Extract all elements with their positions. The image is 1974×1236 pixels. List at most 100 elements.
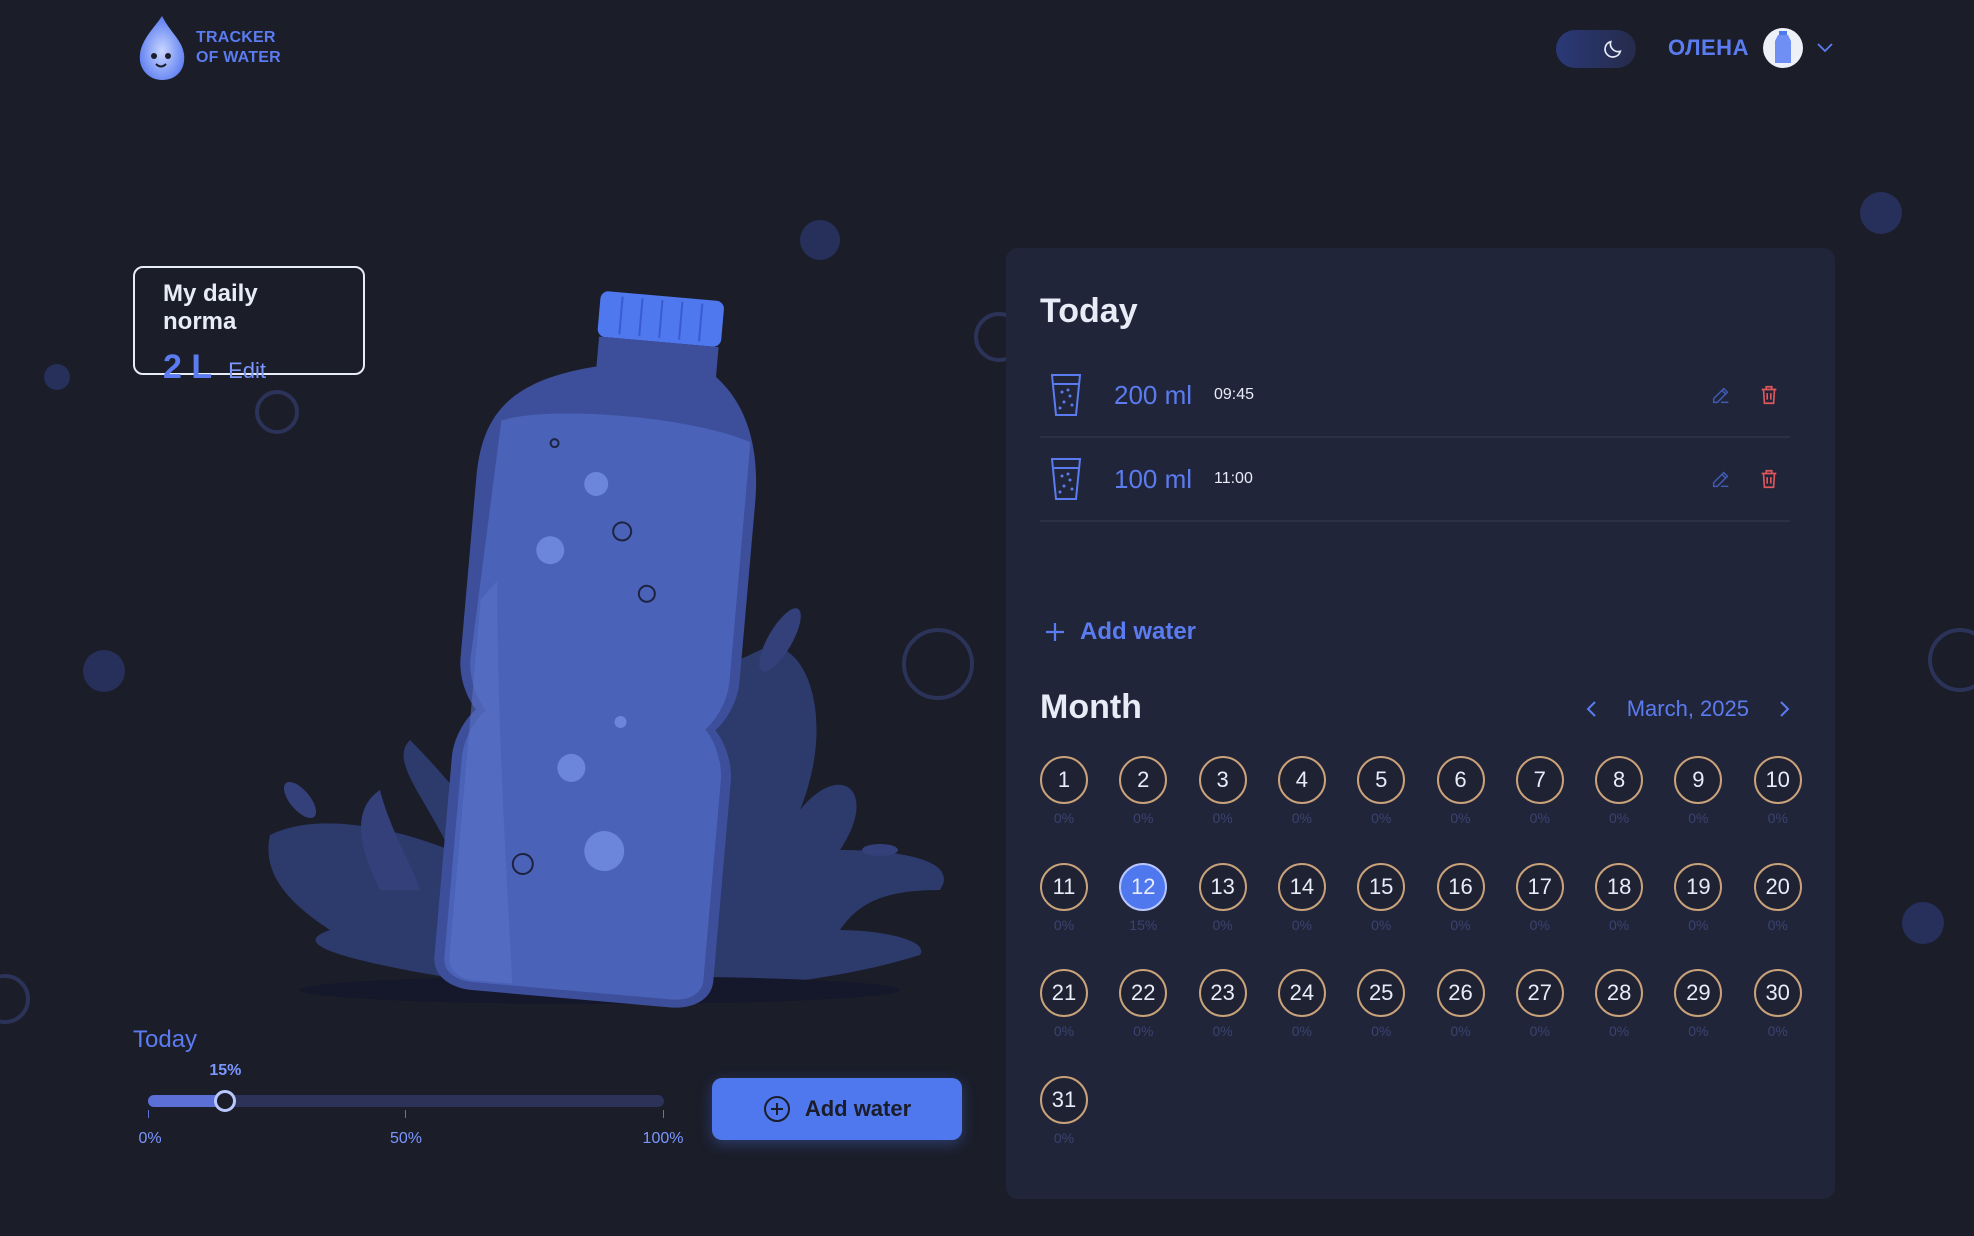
calendar-day[interactable]: 30 0%: [1753, 969, 1802, 1039]
add-water-link-label: Add water: [1080, 618, 1197, 645]
edit-icon[interactable]: [1710, 468, 1732, 490]
calendar-day-number[interactable]: 30: [1753, 969, 1802, 1017]
calendar-day-number[interactable]: 4: [1277, 756, 1326, 804]
user-menu[interactable]: ОЛЕНА: [1668, 28, 1833, 68]
calendar-day-percent: 0%: [1450, 916, 1471, 933]
calendar-day-number[interactable]: 14: [1277, 862, 1326, 911]
calendar-day-number[interactable]: 6: [1436, 756, 1485, 804]
theme-toggle[interactable]: [1556, 30, 1636, 68]
calendar-day[interactable]: 15 0%: [1357, 862, 1406, 933]
calendar-day-percent: 0%: [1529, 1023, 1550, 1039]
calendar-day-percent: 0%: [1608, 810, 1630, 826]
calendar-day-number[interactable]: 7: [1515, 756, 1564, 804]
calendar-day[interactable]: 9 0%: [1674, 756, 1723, 826]
list-item: 200 ml 09:45: [1040, 354, 1790, 438]
progress-thumb[interactable]: [214, 1090, 237, 1112]
calendar-day-number[interactable]: 29: [1674, 969, 1723, 1017]
calendar-day[interactable]: 1 0%: [1040, 756, 1088, 826]
calendar-day-number[interactable]: 21: [1040, 969, 1088, 1017]
trash-icon[interactable]: [1758, 468, 1780, 490]
calendar-day[interactable]: 17 0%: [1515, 862, 1564, 933]
calendar-day-number[interactable]: 9: [1674, 756, 1723, 804]
calendar-day[interactable]: 3 0%: [1198, 756, 1247, 826]
calendar-day[interactable]: 2 0%: [1119, 756, 1168, 826]
calendar-day-number[interactable]: 31: [1040, 1075, 1088, 1124]
calendar-day-number[interactable]: 18: [1595, 862, 1644, 911]
calendar-day-number[interactable]: 26: [1436, 969, 1485, 1017]
calendar-day[interactable]: 23 0%: [1198, 969, 1247, 1039]
calendar-day[interactable]: 21 0%: [1040, 969, 1088, 1039]
app-logo[interactable]: TRACKER OF WATER: [132, 14, 281, 82]
calendar-day[interactable]: 14 0%: [1277, 862, 1326, 933]
calendar-day-number[interactable]: 10: [1753, 756, 1802, 804]
calendar-day-number[interactable]: 23: [1198, 969, 1247, 1017]
progress-current-value: 15%: [209, 1062, 242, 1079]
plus-icon: [1046, 623, 1064, 641]
calendar-day-percent: 0%: [1212, 1023, 1233, 1039]
entry-time: 11:00: [1214, 470, 1253, 487]
calendar-day[interactable]: 27 0%: [1515, 969, 1564, 1039]
calendar-day-number[interactable]: 17: [1515, 862, 1564, 911]
calendar-day[interactable]: 7 0%: [1515, 756, 1564, 826]
calendar-day-number[interactable]: 20: [1753, 862, 1802, 911]
calendar-day-number[interactable]: 24: [1277, 969, 1326, 1017]
add-water-button[interactable]: Add water: [712, 1078, 962, 1140]
calendar-day-percent: 0%: [1371, 810, 1392, 826]
add-water-link[interactable]: Add water: [1044, 618, 1196, 646]
calendar-day-number[interactable]: 1: [1040, 756, 1088, 804]
calendar-day-percent: 0%: [1133, 810, 1154, 826]
calendar-day[interactable]: 4 0%: [1277, 756, 1326, 826]
calendar-day[interactable]: 11 0%: [1040, 862, 1088, 933]
calendar-day-number[interactable]: 25: [1357, 969, 1406, 1017]
calendar-day[interactable]: 13 0%: [1198, 862, 1247, 933]
chevron-left-icon[interactable]: [1585, 700, 1599, 718]
edit-icon[interactable]: [1710, 384, 1732, 406]
calendar-day[interactable]: 29 0%: [1674, 969, 1723, 1039]
calendar-day-number[interactable]: 19: [1674, 862, 1723, 911]
calendar-day-number[interactable]: 16: [1436, 862, 1485, 911]
calendar-day-percent: 0%: [1608, 916, 1630, 933]
calendar-day-percent: 0%: [1608, 1023, 1630, 1039]
calendar-day[interactable]: 8 0%: [1595, 756, 1644, 826]
calendar-day-number[interactable]: 12: [1119, 862, 1168, 911]
calendar-day[interactable]: 22 0%: [1119, 969, 1168, 1039]
calendar-day-percent: 0%: [1053, 1023, 1075, 1039]
calendar-day-number[interactable]: 5: [1357, 756, 1406, 804]
calendar-day-number[interactable]: 13: [1198, 862, 1247, 911]
calendar-day[interactable]: 24 0%: [1277, 969, 1326, 1039]
calendar-day[interactable]: 31 0%: [1040, 1075, 1088, 1146]
calendar-day-number[interactable]: 8: [1595, 756, 1644, 804]
calendar-day-number[interactable]: 2: [1119, 756, 1168, 804]
calendar-day[interactable]: 5 0%: [1357, 756, 1406, 826]
decor-bubble: [800, 220, 840, 260]
decor-bubble: [1902, 902, 1944, 944]
entry-amount: 200 ml: [1114, 379, 1193, 410]
decor-bubble: [1928, 628, 1974, 692]
calendar-day-number[interactable]: 3: [1198, 756, 1247, 804]
calendar-day[interactable]: 18 0%: [1595, 862, 1644, 933]
calendar-day-number[interactable]: 15: [1357, 862, 1406, 911]
calendar-day-number[interactable]: 27: [1515, 969, 1564, 1017]
calendar-day-number[interactable]: 22: [1119, 969, 1168, 1017]
decor-bubble: [1860, 192, 1902, 234]
water-drop-mascot-icon: [139, 16, 185, 80]
trash-icon[interactable]: [1758, 384, 1780, 406]
calendar-day[interactable]: 16 0%: [1436, 862, 1485, 933]
calendar-day[interactable]: 20 0%: [1753, 862, 1802, 933]
calendar-day-percent: 0%: [1767, 810, 1788, 826]
calendar-day[interactable]: 19 0%: [1674, 862, 1723, 933]
calendar-day-number[interactable]: 28: [1595, 969, 1644, 1017]
calendar-day[interactable]: 6 0%: [1436, 756, 1485, 826]
calendar-day-number[interactable]: 11: [1040, 862, 1088, 911]
chevron-right-icon[interactable]: [1777, 700, 1791, 718]
calendar-day[interactable]: 28 0%: [1595, 969, 1644, 1039]
progress-tick-label: 50%: [389, 1130, 423, 1147]
chevron-down-icon[interactable]: [1817, 43, 1833, 53]
calendar-day[interactable]: 10 0%: [1753, 756, 1802, 826]
avatar[interactable]: [1762, 28, 1803, 68]
calendar-day-percent: 0%: [1053, 810, 1075, 826]
calendar-day-percent: 0%: [1133, 1023, 1154, 1039]
calendar-day[interactable]: 12 15%: [1119, 862, 1168, 933]
calendar-day[interactable]: 25 0%: [1357, 969, 1406, 1039]
calendar-day[interactable]: 26 0%: [1436, 969, 1485, 1039]
